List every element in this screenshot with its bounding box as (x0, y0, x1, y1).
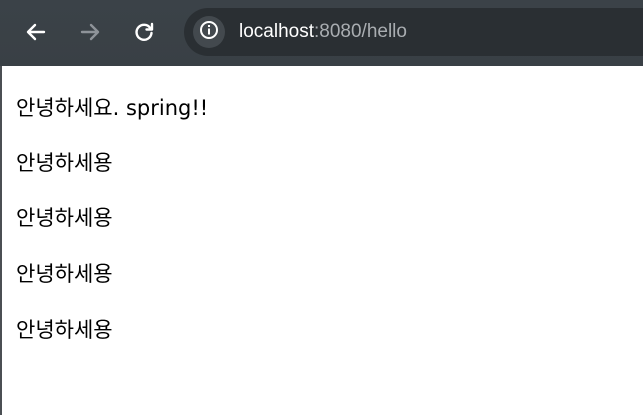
info-icon (199, 20, 219, 44)
reload-button[interactable] (128, 16, 160, 48)
greeting-text: 안녕하세요. spring!! (16, 96, 209, 120)
forward-button[interactable] (74, 16, 106, 48)
reload-icon (133, 21, 155, 43)
url-path: :8080/hello (314, 21, 407, 42)
site-info-button[interactable] (193, 16, 225, 48)
browser-toolbar: localhost:8080/hello (0, 0, 643, 66)
url-host: localhost (239, 21, 314, 42)
arrow-right-icon (79, 21, 101, 43)
back-button[interactable] (20, 16, 52, 48)
url-text[interactable]: localhost:8080/hello (239, 20, 407, 44)
arrow-left-icon (25, 21, 47, 43)
repeated-greeting-2: 안녕하세용 (16, 206, 113, 230)
repeated-greeting-4: 안녕하세용 (16, 318, 113, 342)
repeated-greeting-1: 안녕하세용 (16, 151, 113, 175)
repeated-greeting-3: 안녕하세용 (16, 262, 113, 286)
page-content: 안녕하세요. spring!! 안녕하세용 안녕하세용 안녕하세용 안녕하세용 (0, 66, 643, 415)
address-bar[interactable]: localhost:8080/hello (184, 8, 643, 56)
